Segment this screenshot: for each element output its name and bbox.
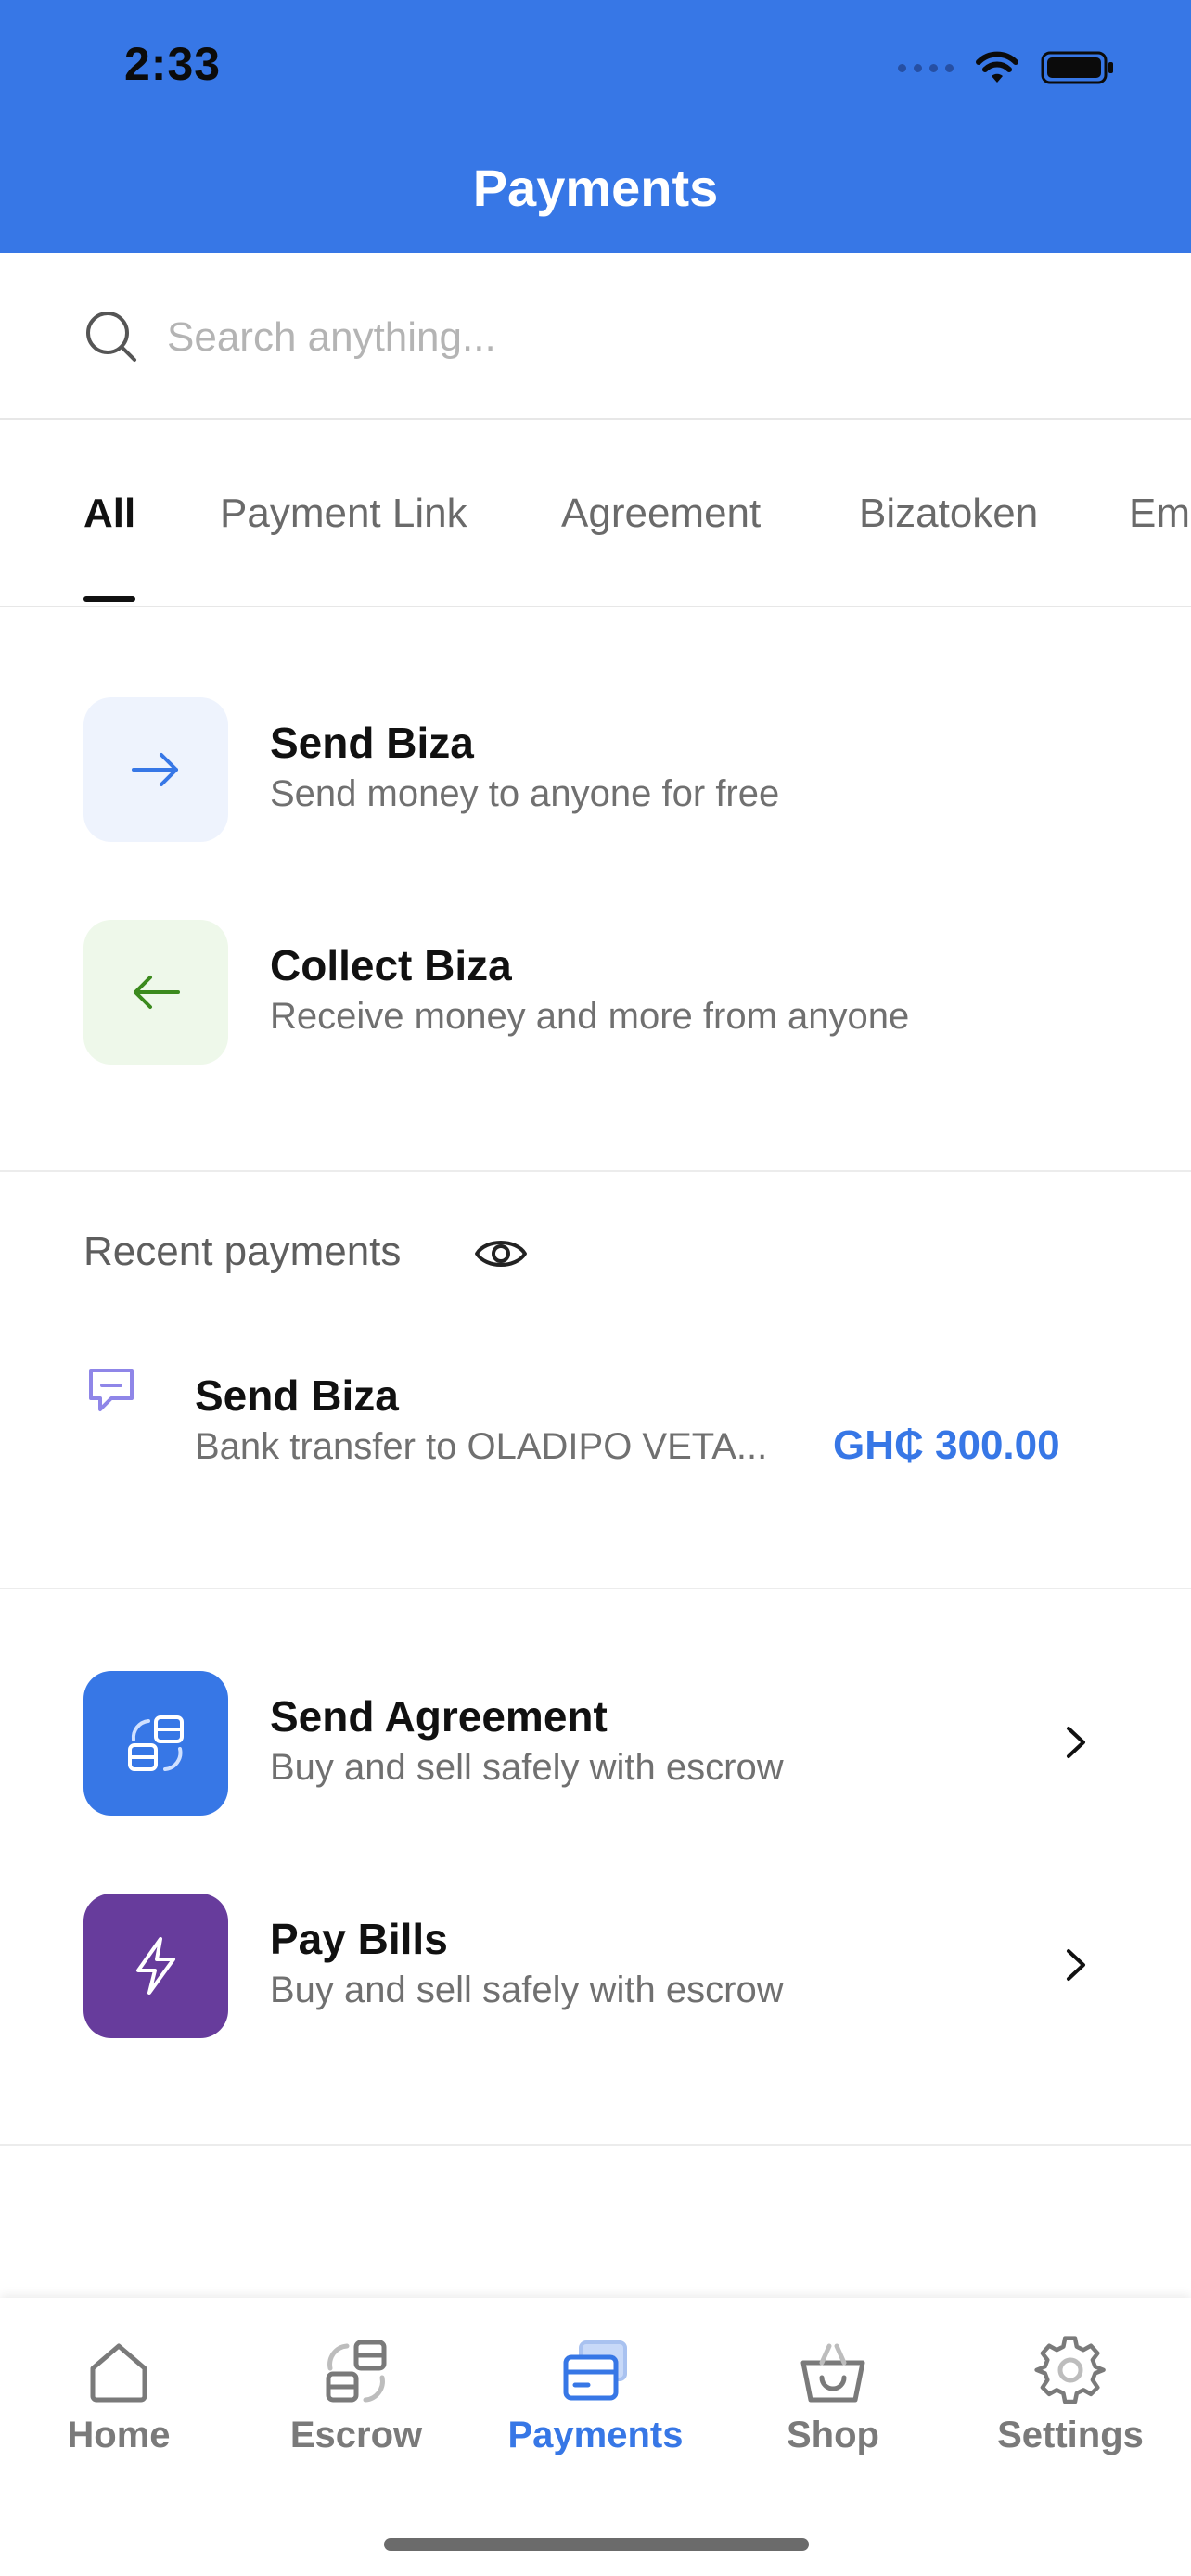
chevron-right-icon [1067,1727,1085,1758]
chevron-right-icon [1067,1949,1085,1981]
recent-payments-heading: Recent payments [83,1229,402,1274]
tab-payment-link[interactable]: Payment Link [220,491,467,537]
active-tab-indicator [83,596,135,602]
pay-bills-action[interactable]: Pay Bills Buy and sell safely with escro… [0,1894,1191,2042]
search-input[interactable] [167,305,1095,370]
send-biza-title: Send Biza [270,719,474,767]
nav-settings[interactable]: Settings [978,2335,1163,2456]
home-indicator [384,2538,809,2551]
collect-biza-subtitle: Receive money and more from anyone [270,996,910,1037]
send-biza-subtitle: Send money to anyone for free [270,773,780,814]
bottom-navigation: Home Escrow Payments Shop Settings [0,2298,1191,2576]
collect-arrow-tile [83,920,228,1065]
send-arrow-tile [83,697,228,842]
nav-payments-label: Payments [507,2415,684,2455]
signal-icon [898,63,954,72]
nav-escrow[interactable]: Escrow [263,2335,449,2456]
recent-payment-amount: GH₵ 300.00 [833,1422,1060,1468]
pay-bills-subtitle: Buy and sell safely with escrow [270,1970,784,2010]
search-icon [86,312,136,362]
send-agreement-subtitle: Buy and sell safely with escrow [270,1747,784,1788]
eye-icon[interactable] [473,1226,529,1282]
send-agreement-title: Send Agreement [270,1692,608,1741]
tab-em[interactable]: Em [1129,491,1190,537]
battery-icon [1041,51,1113,84]
escrow-icon [326,2340,387,2403]
nav-escrow-label: Escrow [289,2415,423,2455]
nav-home[interactable]: Home [26,2335,211,2456]
nav-shop[interactable]: Shop [740,2335,926,2456]
home-icon [90,2343,147,2403]
recent-payment-item[interactable]: Send Biza Bank transfer to OLADIPO VETA.… [0,1363,1191,1484]
nav-home-label: Home [67,2415,171,2455]
collect-biza-action[interactable]: Collect Biza Receive money and more from… [0,920,1191,1068]
status-icons [898,45,1115,91]
category-tabs: All Payment Link Agreement Bizatoken Em [0,422,1191,607]
lightning-icon [136,1937,175,1995]
recent-payment-title: Send Biza [195,1371,399,1420]
tab-bizatoken[interactable]: Bizatoken [859,491,1038,537]
shop-icon [800,2343,865,2403]
arrow-right-icon [132,753,178,786]
tab-all[interactable]: All [83,491,135,537]
nav-settings-label: Settings [997,2415,1144,2455]
pay-bills-tile [83,1894,228,2038]
app-header: 2:33 Payments [0,0,1191,253]
agreement-tile [83,1671,228,1816]
nav-shop-label: Shop [787,2415,879,2455]
tab-agreement[interactable]: Agreement [561,491,761,537]
send-biza-action[interactable]: Send Biza Send money to anyone for free [0,697,1191,846]
nav-payments[interactable]: Payments [503,2335,688,2456]
send-agreement-action[interactable]: Send Agreement Buy and sell safely with … [0,1671,1191,1819]
section-divider [0,1170,1191,1172]
search-bar [0,253,1191,420]
page-title: Payments [472,159,719,217]
wifi-icon [976,51,1018,83]
arrow-left-icon [134,976,180,1009]
escrow-icon [128,1715,184,1771]
message-icon [89,1369,134,1411]
recent-payment-description: Bank transfer to OLADIPO VETA... [195,1426,768,1467]
payments-icon [563,2340,627,2401]
section-divider [0,2144,1191,2146]
collect-biza-title: Collect Biza [270,941,512,989]
section-divider [0,1588,1191,1589]
status-time: 2:33 [124,38,222,90]
pay-bills-title: Pay Bills [270,1915,448,1963]
settings-icon [1034,2336,1106,2404]
